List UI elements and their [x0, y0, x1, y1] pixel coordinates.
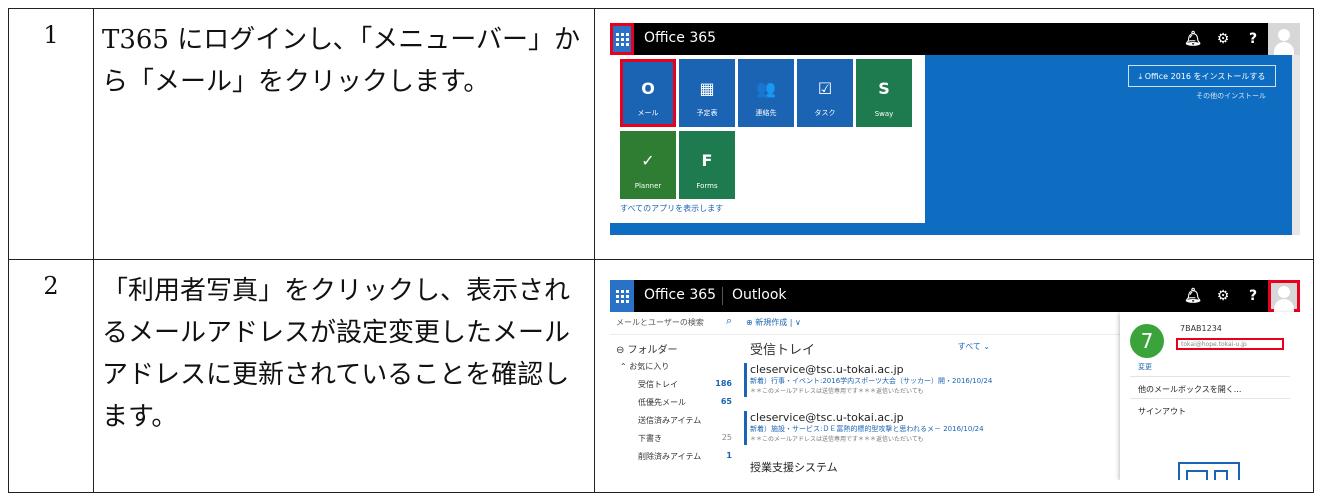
install-office-button[interactable]: ⤓ Office 2016 をインストールする	[1128, 65, 1276, 87]
tile-sway[interactable]: S Sway	[856, 59, 912, 127]
office365-top-bar: Office 365 🔔︎ ⚙ ?	[610, 23, 1300, 55]
app-title: Office 365	[644, 287, 717, 303]
mail-item[interactable]: cleservice@tsc.u-tokai.ac.jp 新着）行事・イベント:…	[744, 363, 993, 397]
unread-count: 186	[715, 379, 732, 388]
folders-toggle[interactable]: ⊖ フォルダー	[616, 341, 678, 356]
tile-people[interactable]: 👥 連絡先	[738, 59, 794, 127]
nav-item-sent[interactable]: 送信済みアイテム	[638, 415, 732, 426]
office365-top-bar: Office 365 Outlook 🔔︎ ⚙ ?	[610, 280, 1300, 312]
user-account-panel: 7 7BAB1234 tokai@hope.tokai-u.jp 変更 他のメー…	[1120, 312, 1300, 480]
step-description: 「利用者写真」をクリックし、表示されるメールアドレスが設定変更したメールアドレス…	[93, 259, 595, 493]
unread-count: 65	[720, 397, 732, 406]
filter-dropdown[interactable]: すべて ⌄	[958, 341, 990, 352]
mail-subject: 新着）施設・サービス:ＤＥ富熱的標的型攻撃と思われるメ－ 2016/10/24	[750, 425, 984, 433]
user-avatar[interactable]	[1268, 23, 1300, 55]
steps-table: 1 T365 にログインし､「メニューバー」から「メール」をクリックします。 ⤓…	[8, 8, 1314, 493]
nav-item-drafts[interactable]: 下書き 25	[638, 433, 732, 444]
planner-icon: ✓	[641, 151, 655, 170]
forms-icon: F	[701, 151, 713, 170]
tile-tasks[interactable]: ☑ タスク	[797, 59, 853, 127]
notification-bell-icon[interactable]: 🔔︎	[1178, 288, 1208, 304]
unread-count: 1	[726, 451, 732, 460]
inbox-title: 受信トレイ	[750, 343, 816, 358]
mail-sender: cleservice@tsc.u-tokai.ac.jp	[750, 411, 904, 424]
sway-icon: S	[878, 79, 890, 98]
screenshot-office365-launcher: ⤓ Office 2016 をインストールする その他のインストール Offic…	[610, 23, 1300, 235]
step-number: 2	[8, 259, 94, 493]
outlook-icon: O	[641, 79, 655, 98]
nav-item-deleted[interactable]: 削除済みアイテム 1	[638, 451, 732, 462]
app-launcher-waffle-icon[interactable]	[610, 23, 634, 55]
help-icon[interactable]: ?	[1238, 288, 1268, 304]
top-bar-icons: 🔔︎ ⚙ ?	[1178, 280, 1300, 312]
nav-item-inbox[interactable]: 受信トレイ 186	[638, 379, 732, 390]
change-photo-link[interactable]: 変更	[1138, 362, 1152, 372]
open-other-mailbox-link[interactable]: 他のメールボックスを開く...	[1138, 384, 1241, 395]
divider	[722, 287, 723, 305]
mail-preview: ＊＊このメールアドレスは送信専用です＊＊＊返信いただいても	[750, 436, 924, 443]
item-count: 25	[721, 433, 732, 442]
mail-item[interactable]: 授業支援システム	[750, 459, 990, 475]
app-launcher-waffle-icon[interactable]	[610, 280, 634, 312]
scrollbar[interactable]	[1292, 55, 1300, 235]
search-icon[interactable]: ⌕	[726, 314, 732, 328]
other-installs-link[interactable]: その他のインストール	[1196, 91, 1266, 101]
tile-planner[interactable]: ✓ Planner	[620, 131, 676, 199]
app-launcher-panel: O メール ▦ 予定表 👥 連絡先 ☑ タスク S Sway ✓ Planner…	[610, 55, 925, 223]
tile-mail[interactable]: O メール	[620, 59, 676, 127]
step-row: 2 「利用者写真」をクリックし、表示されるメールアドレスが設定変更したメールアド…	[8, 259, 1314, 493]
user-initial-avatar: 7	[1130, 324, 1164, 358]
folder-pane: ⊖ フォルダー ⌃ お気に入り 受信トレイ 186 低優先メール 65 送信済み…	[610, 335, 742, 480]
step-row: 1 T365 にログインし､「メニューバー」から「メール」をクリックします。 ⤓…	[8, 8, 1314, 260]
step-number: 1	[8, 8, 94, 260]
app-title: Office 365	[644, 30, 717, 46]
divider	[1130, 398, 1290, 399]
all-apps-link[interactable]: すべてのアプリを表示します	[620, 203, 723, 214]
divider	[1130, 376, 1290, 377]
people-icon: 👥	[756, 79, 776, 98]
tile-calendar[interactable]: ▦ 予定表	[679, 59, 735, 127]
gear-icon[interactable]: ⚙	[1208, 31, 1238, 47]
user-email: tokai@hope.tokai-u.jp	[1176, 338, 1284, 350]
step-screenshot-cell: Office 365 Outlook 🔔︎ ⚙ ? メールとユーザーの検索 ⌕ …	[594, 259, 1314, 493]
help-icon[interactable]: ?	[1238, 31, 1268, 47]
user-id: 7BAB1234	[1180, 324, 1222, 333]
notification-bell-icon[interactable]: 🔔︎	[1178, 31, 1208, 47]
tasks-icon: ☑	[817, 79, 833, 98]
mail-item[interactable]: cleservice@tsc.u-tokai.ac.jp 新着）施設・サービス:…	[744, 411, 990, 445]
gear-icon[interactable]: ⚙	[1208, 288, 1238, 304]
search-input[interactable]: メールとユーザーの検索	[616, 317, 704, 328]
new-mail-button[interactable]: ⊕ 新規作成 | ∨	[746, 317, 801, 328]
message-list: 受信トレイ すべて ⌄ cleservice@tsc.u-tokai.ac.jp…	[744, 335, 1000, 480]
tile-forms[interactable]: F Forms	[679, 131, 735, 199]
top-bar-icons: 🔔︎ ⚙ ?	[1178, 23, 1300, 55]
mailbox-illustration	[1178, 462, 1240, 480]
calendar-icon: ▦	[699, 79, 715, 98]
step-screenshot-cell: ⤓ Office 2016 をインストールする その他のインストール Offic…	[594, 8, 1314, 260]
step-description: T365 にログインし､「メニューバー」から「メール」をクリックします。	[93, 8, 595, 260]
mail-subject: 新着）行事・イベント:2016学内スポーツ大会（サッカー）開・2016/10/2…	[750, 377, 993, 385]
favorites-toggle[interactable]: ⌃ お気に入り	[620, 361, 669, 372]
sign-out-link[interactable]: サインアウト	[1138, 406, 1186, 417]
nav-item-clutter[interactable]: 低優先メール 65	[638, 397, 732, 408]
app-name: Outlook	[732, 287, 787, 303]
mail-preview: ＊＊このメールアドレスは送信専用です＊＊＊返信いただいても	[750, 388, 924, 395]
user-avatar[interactable]	[1268, 280, 1300, 312]
screenshot-outlook-user-panel: Office 365 Outlook 🔔︎ ⚙ ? メールとユーザーの検索 ⌕ …	[610, 280, 1300, 480]
mail-sender: cleservice@tsc.u-tokai.ac.jp	[750, 363, 904, 376]
mail-sender: 授業支援システム	[750, 461, 838, 474]
